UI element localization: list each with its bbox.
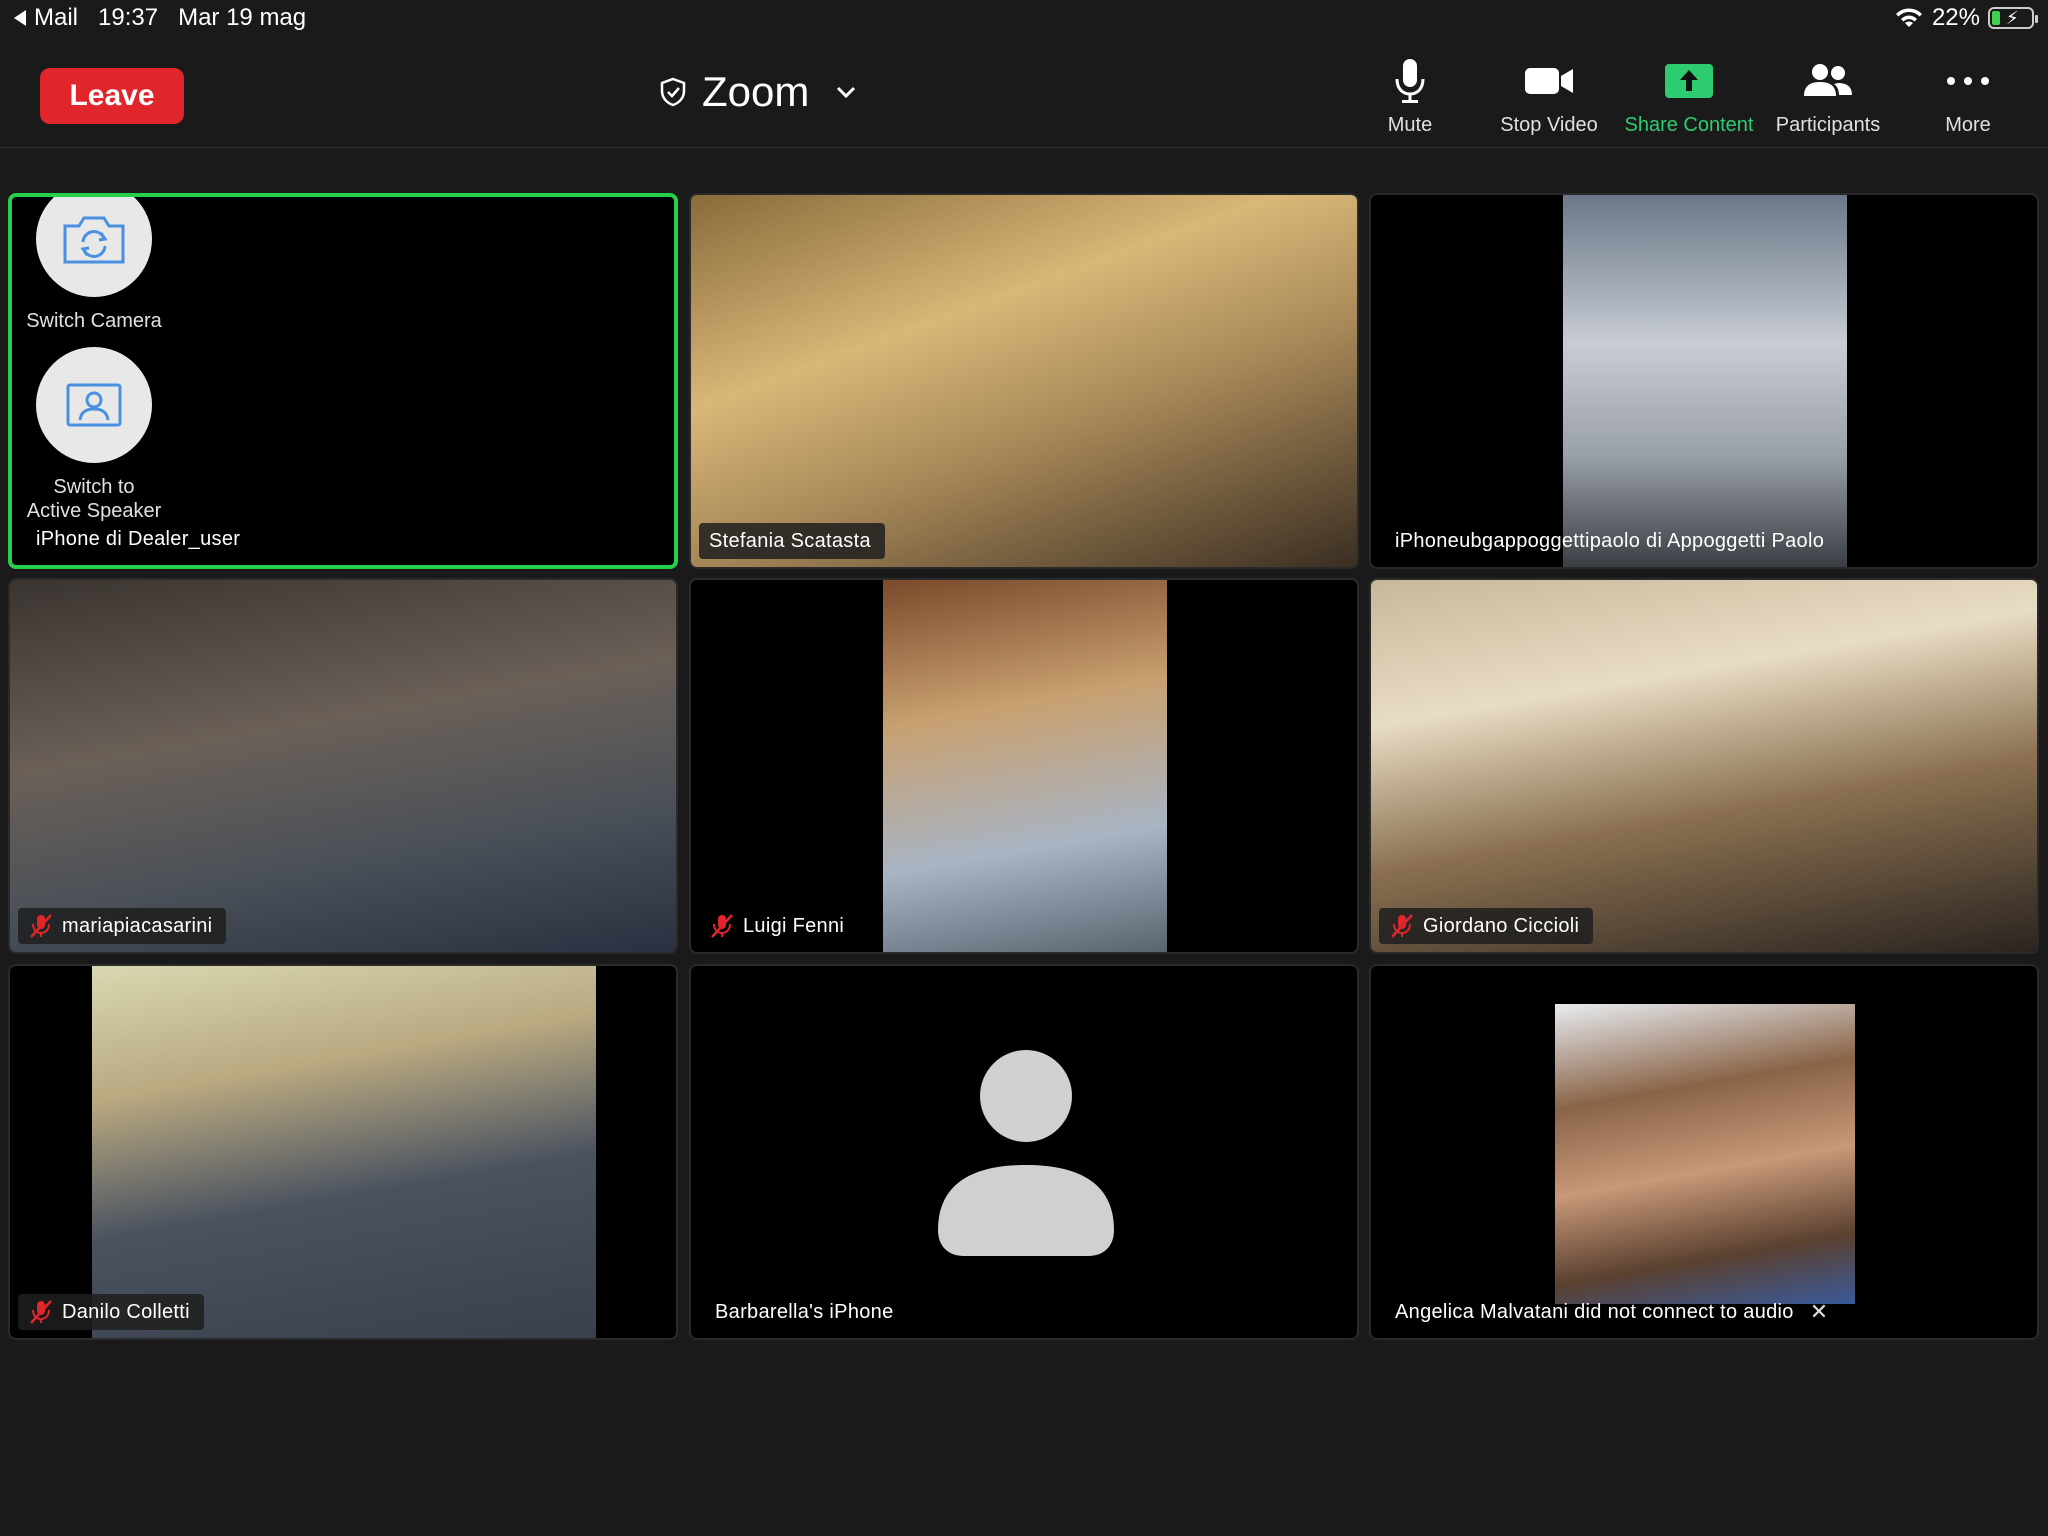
switch-camera-icon xyxy=(36,197,152,297)
participant-name-tag: mariapiacasarini xyxy=(18,908,227,944)
share-arrow-icon xyxy=(1665,54,1713,108)
self-video-tile[interactable]: Switch Camera Switch to Active Speaker i… xyxy=(8,193,678,569)
meeting-title: Zoom xyxy=(702,68,810,115)
switch-speaker-line2: Active Speaker xyxy=(26,500,162,522)
status-bar-right: 22% ⚡ xyxy=(1894,4,2038,32)
participant-tile-mariapiacasarini[interactable]: mariapiacasarini xyxy=(8,578,678,954)
participant-tile-giordano[interactable]: Giordano Ciccioli xyxy=(1369,578,2039,954)
active-speaker-icon xyxy=(36,347,152,463)
participant-video xyxy=(10,580,676,952)
muted-microphone-icon xyxy=(30,914,52,938)
muted-microphone-icon xyxy=(30,1300,52,1324)
video-camera-icon xyxy=(1523,54,1575,108)
participant-video xyxy=(1563,195,1847,567)
participant-tile-appoggetti[interactable]: iPhoneubgappoggettipaolo di Appoggetti P… xyxy=(1369,193,2039,569)
chevron-down-icon xyxy=(837,86,856,99)
shield-icon xyxy=(660,77,686,107)
status-bar: Mail 19:37 Mar 19 mag 22% ⚡ xyxy=(0,0,2048,40)
wifi-icon xyxy=(1895,8,1922,27)
microphone-icon xyxy=(1393,54,1427,108)
participant-name-tag: Danilo Colletti xyxy=(18,1294,204,1330)
participant-name: Stefania Scatasta xyxy=(709,529,871,552)
back-to-mail[interactable]: Mail xyxy=(14,4,78,32)
participant-name-tag: Luigi Fenni xyxy=(699,908,858,944)
participant-name: mariapiacasarini xyxy=(62,914,213,937)
back-app-label: Mail xyxy=(34,4,79,31)
participant-name-tag: iPhoneubgappoggettipaolo di Appoggetti P… xyxy=(1385,523,1838,559)
muted-microphone-icon xyxy=(1391,914,1413,938)
participant-name: Giordano Ciccioli xyxy=(1423,914,1580,937)
participant-tile-angelica[interactable]: Angelica Malvatani did not connect to au… xyxy=(1369,964,2039,1340)
switch-speaker-label: Switch to Active Speaker xyxy=(27,475,162,523)
status-date: Mar 19 mag xyxy=(178,4,307,31)
default-avatar-icon xyxy=(938,1050,1114,1256)
switch-to-active-speaker-button[interactable]: Switch to Active Speaker xyxy=(24,347,164,523)
battery-fill xyxy=(1992,11,2001,25)
participant-name-tag: iPhone di Dealer_user xyxy=(26,521,254,557)
participant-tile-barbarella[interactable]: Barbarella's iPhone xyxy=(689,964,1359,1340)
participant-video xyxy=(92,966,596,1338)
participants-icon xyxy=(1802,54,1854,108)
participant-name-tag: Angelica Malvatani did not connect to au… xyxy=(1385,1294,1842,1330)
participants-button[interactable]: Participants xyxy=(1758,54,1898,144)
more-label: More xyxy=(1945,114,1991,136)
participant-tile-danilo[interactable]: Danilo Colletti xyxy=(8,964,678,1340)
participant-name-tag: Giordano Ciccioli xyxy=(1379,908,1594,944)
meeting-title-dropdown[interactable]: Zoom xyxy=(660,62,857,122)
battery-icon: ⚡ xyxy=(1988,7,2038,29)
participant-name-tag: Stefania Scatasta xyxy=(699,523,885,559)
participant-name-tag: Barbarella's iPhone xyxy=(705,1294,908,1330)
participant-profile-photo xyxy=(1555,1004,1855,1304)
more-dots-icon xyxy=(1946,54,1990,108)
charging-bolt-icon: ⚡ xyxy=(2006,8,2019,28)
participant-video xyxy=(883,580,1167,952)
leave-button[interactable]: Leave xyxy=(40,68,184,124)
participant-tile-stefania[interactable]: Stefania Scatasta xyxy=(689,193,1359,569)
share-content-label: Share Content xyxy=(1624,114,1754,136)
participant-tile-luigi[interactable]: Luigi Fenni xyxy=(689,578,1359,954)
status-bar-left: Mail 19:37 Mar 19 mag xyxy=(14,4,306,32)
mute-button[interactable]: Mute xyxy=(1340,54,1480,144)
back-arrow-icon xyxy=(14,10,26,26)
muted-microphone-icon xyxy=(711,914,733,938)
stop-video-button[interactable]: Stop Video xyxy=(1479,54,1619,144)
participant-name: iPhone di Dealer_user xyxy=(36,527,241,550)
close-icon[interactable]: ✕ xyxy=(1810,1299,1829,1325)
switch-camera-button[interactable]: Switch Camera xyxy=(24,197,164,333)
switch-speaker-line1: Switch to xyxy=(53,476,135,498)
mute-label: Mute xyxy=(1387,114,1433,136)
battery-percent: 22% xyxy=(1931,4,1980,31)
participant-name: Luigi Fenni xyxy=(743,914,845,937)
stop-video-label: Stop Video xyxy=(1500,114,1598,136)
participant-name: Barbarella's iPhone xyxy=(715,1300,894,1323)
more-button[interactable]: More xyxy=(1898,54,2038,144)
participant-video xyxy=(1371,580,2037,952)
share-content-button[interactable]: Share Content xyxy=(1619,54,1759,144)
participants-label: Participants xyxy=(1775,114,1881,136)
switch-camera-label: Switch Camera xyxy=(26,310,162,332)
status-time: 19:37 xyxy=(98,4,159,31)
participant-name: Angelica Malvatani did not connect to au… xyxy=(1395,1300,1794,1323)
participant-name: iPhoneubgappoggettipaolo di Appoggetti P… xyxy=(1395,529,1825,552)
participant-video xyxy=(691,195,1357,567)
participant-name: Danilo Colletti xyxy=(62,1300,190,1323)
meeting-toolbar: Leave Zoom Mute Stop Video Share Content… xyxy=(0,40,2048,148)
